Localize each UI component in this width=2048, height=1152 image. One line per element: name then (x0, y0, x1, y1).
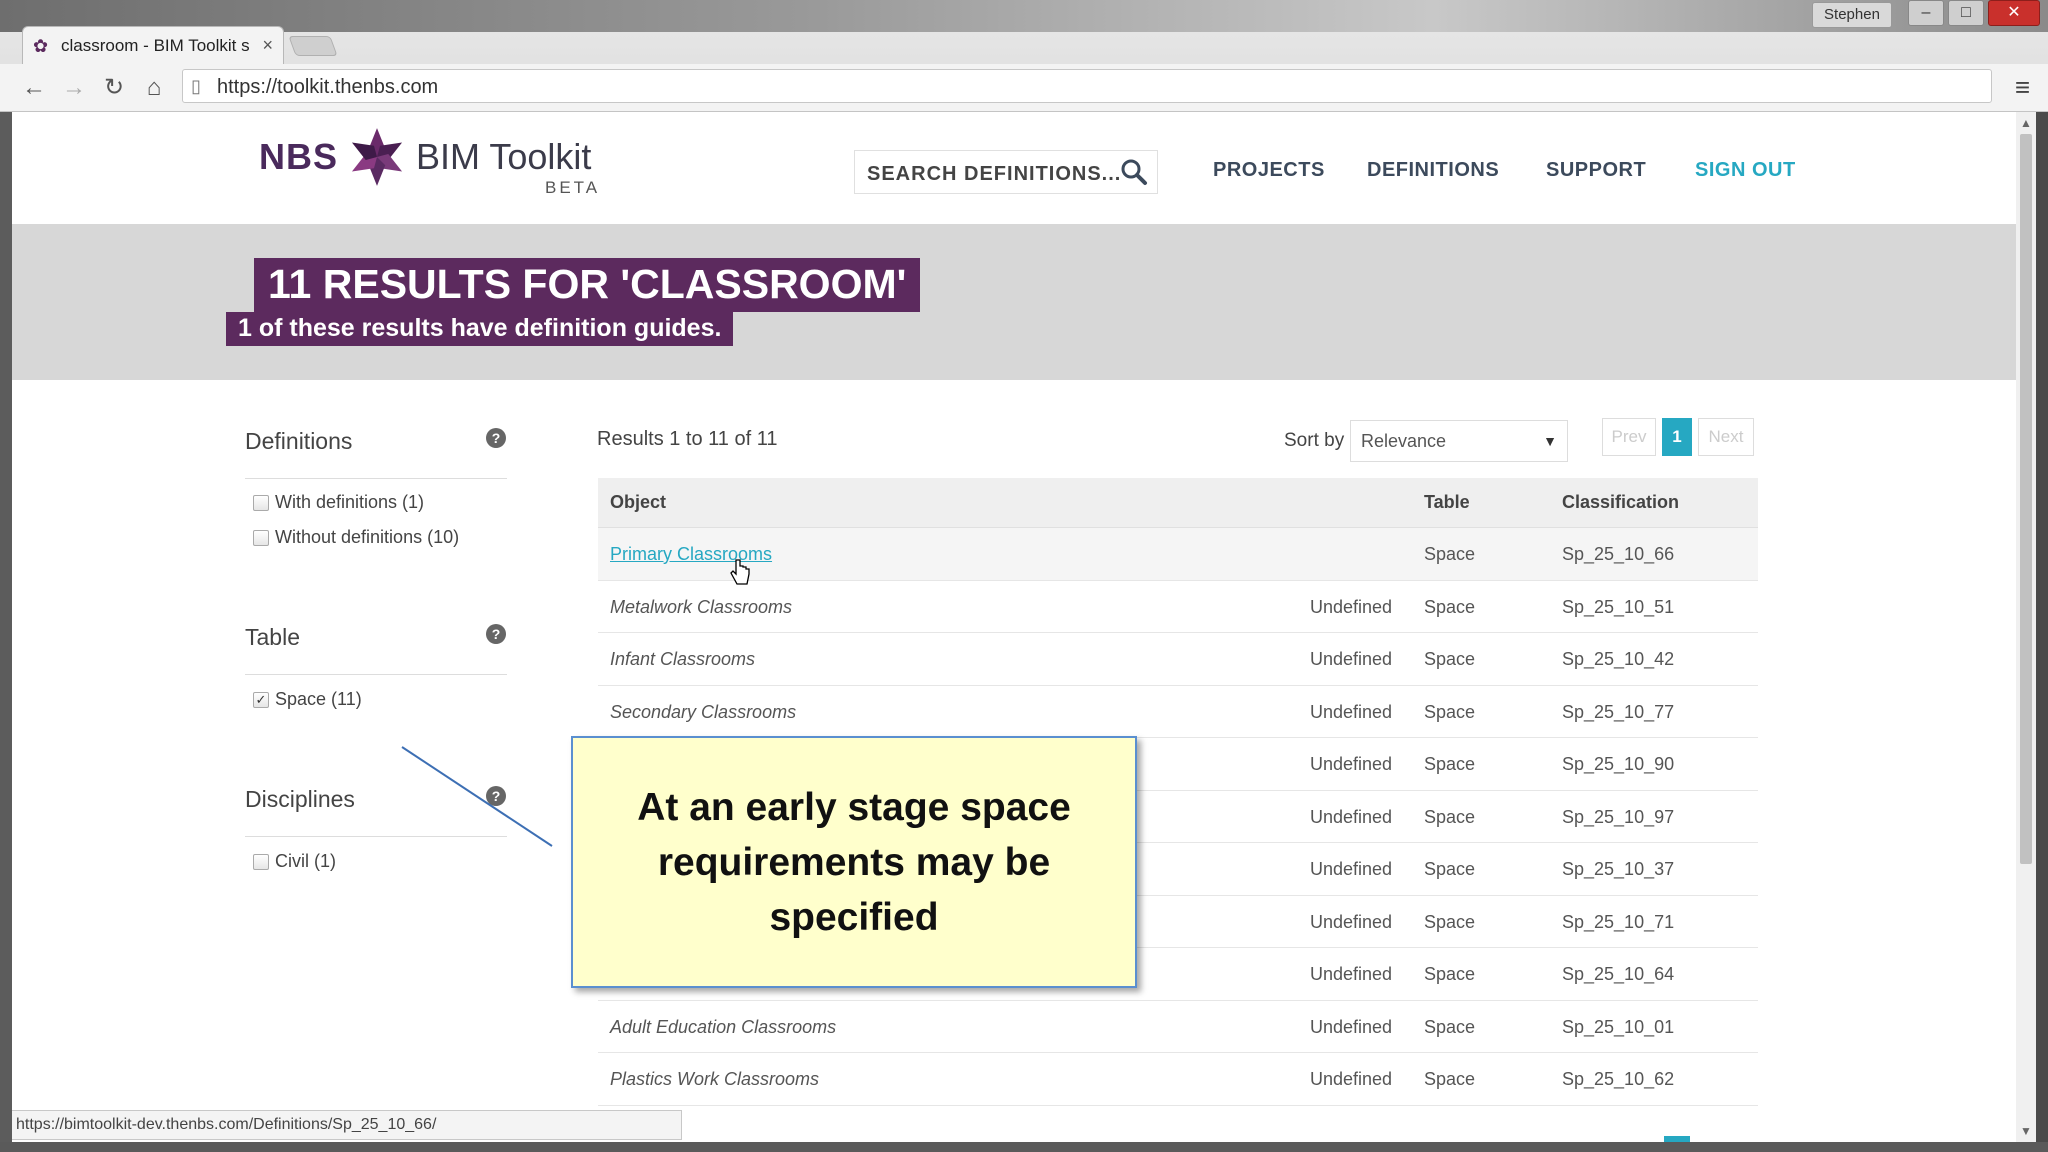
browser-menu-icon[interactable]: ≡ (2015, 72, 2030, 103)
back-icon[interactable]: ← (18, 72, 50, 104)
pagination-indicator (1664, 1136, 1690, 1142)
browser-tab[interactable]: ✿ classroom - BIM Toolkit s × (22, 26, 284, 64)
window-controls: – □ ✕ (1908, 0, 2040, 26)
annotation-callout: At an early stage space requirements may… (571, 736, 1137, 988)
page-scrollbar[interactable]: ▲ ▼ (2016, 112, 2036, 1142)
hand-cursor-icon (730, 559, 750, 585)
window-right-edge (2036, 112, 2048, 1152)
scroll-down-icon[interactable]: ▼ (2020, 1124, 2032, 1138)
callout-text: At an early stage space requirements may… (637, 785, 1071, 939)
tab-close-icon[interactable]: × (262, 35, 273, 56)
minimize-button[interactable]: – (1908, 0, 1944, 26)
window-titlebar (0, 0, 2048, 32)
tab-title: classroom - BIM Toolkit s (61, 35, 250, 55)
browser-status-bar: https://bimtoolkit-dev.thenbs.com/Defini… (12, 1110, 682, 1140)
address-url: https://toolkit.thenbs.com (217, 76, 439, 98)
new-tab-button[interactable] (288, 36, 338, 56)
page-icon: ▯ (191, 76, 201, 96)
reload-icon[interactable]: ↻ (98, 72, 130, 104)
scroll-up-icon[interactable]: ▲ (2020, 116, 2032, 130)
profile-button[interactable]: Stephen (1812, 2, 1892, 28)
address-bar[interactable]: ▯ https://toolkit.thenbs.com (182, 69, 1992, 103)
web-page: NBS BIM Toolkit BETA SEARCH DEFINITIONS.… (12, 112, 2016, 1142)
home-icon[interactable]: ⌂ (138, 72, 170, 104)
window-bottom-edge (0, 1142, 2048, 1152)
window-left-edge (0, 112, 12, 1152)
scrollbar-thumb[interactable] (2020, 134, 2032, 864)
forward-icon[interactable]: → (58, 72, 90, 104)
close-window-button[interactable]: ✕ (1988, 0, 2040, 26)
browser-chrome: Stephen – □ ✕ ✿ classroom - BIM Toolkit … (0, 0, 2048, 112)
site-favicon-icon: ✿ (33, 35, 49, 56)
maximize-button[interactable]: □ (1948, 0, 1984, 26)
